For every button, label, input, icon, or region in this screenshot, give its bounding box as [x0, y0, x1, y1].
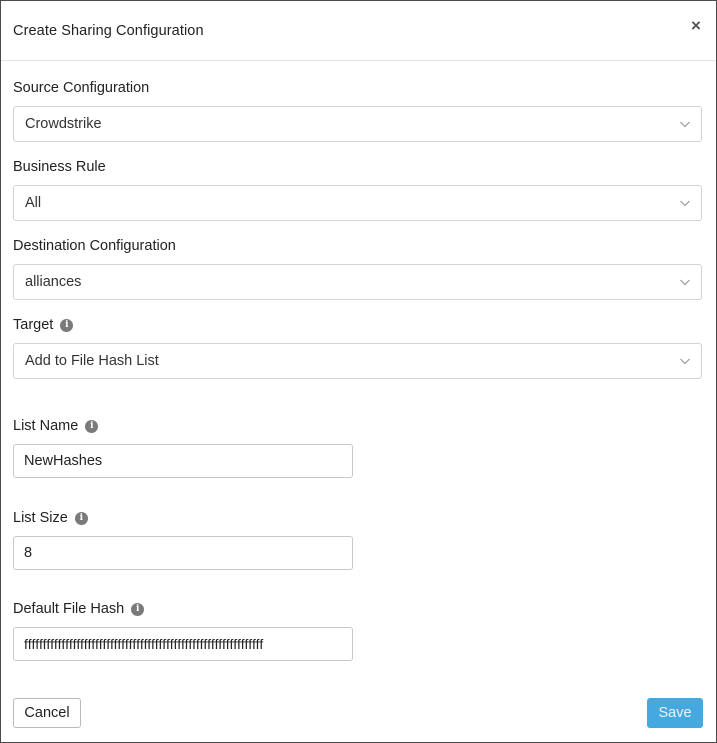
- close-icon[interactable]: ×: [688, 17, 704, 35]
- list-name-label: List Name i: [13, 417, 99, 435]
- list-name-input[interactable]: NewHashes: [13, 444, 353, 478]
- destination-configuration-label: Destination Configuration: [13, 237, 176, 255]
- target-select[interactable]: Add to File Hash List: [13, 343, 702, 379]
- list-name-label-text: List Name: [13, 418, 79, 434]
- info-icon[interactable]: i: [60, 318, 74, 332]
- business-rule-label: Business Rule: [13, 158, 106, 176]
- cancel-button[interactable]: Cancel: [13, 698, 81, 728]
- default-file-hash-input[interactable]: ffffffffffffffffffffffffffffffffffffffff…: [13, 627, 353, 661]
- source-configuration-select[interactable]: Crowdstrike: [13, 106, 702, 142]
- target-value: Add to File Hash List: [25, 353, 159, 369]
- source-configuration-label: Source Configuration: [13, 79, 149, 97]
- info-icon[interactable]: i: [74, 511, 88, 525]
- source-configuration-label-text: Source Configuration: [13, 80, 150, 96]
- business-rule-label-text: Business Rule: [13, 159, 106, 175]
- source-configuration-value: Crowdstrike: [25, 116, 102, 132]
- default-file-hash-value: ffffffffffffffffffffffffffffffffffffffff…: [24, 636, 264, 652]
- list-size-input[interactable]: 8: [13, 536, 353, 570]
- create-sharing-configuration-dialog: Create Sharing Configuration × Source Co…: [0, 0, 717, 743]
- target-label-text: Target: [13, 317, 54, 333]
- chevron-down-icon: [680, 358, 690, 365]
- list-size-label-text: List Size: [13, 510, 68, 526]
- destination-configuration-select[interactable]: alliances: [13, 264, 702, 300]
- list-size-label: List Size i: [13, 509, 88, 527]
- dialog-title: Create Sharing Configuration: [13, 23, 204, 39]
- chevron-down-icon: [680, 200, 690, 207]
- list-name-value: NewHashes: [24, 453, 103, 469]
- save-button[interactable]: Save: [647, 698, 703, 728]
- info-icon[interactable]: i: [131, 602, 145, 616]
- business-rule-value: All: [25, 195, 42, 211]
- default-file-hash-label-text: Default File Hash: [13, 601, 125, 617]
- info-icon[interactable]: i: [85, 419, 99, 433]
- default-file-hash-label: Default File Hash i: [13, 600, 145, 618]
- destination-configuration-value: alliances: [25, 274, 82, 290]
- target-label: Target i: [13, 316, 74, 334]
- business-rule-select[interactable]: All: [13, 185, 702, 221]
- list-size-value: 8: [24, 545, 33, 561]
- chevron-down-icon: [680, 121, 690, 128]
- destination-configuration-label-text: Destination Configuration: [13, 238, 176, 254]
- dialog-header: Create Sharing Configuration ×: [1, 1, 716, 61]
- chevron-down-icon: [680, 279, 690, 286]
